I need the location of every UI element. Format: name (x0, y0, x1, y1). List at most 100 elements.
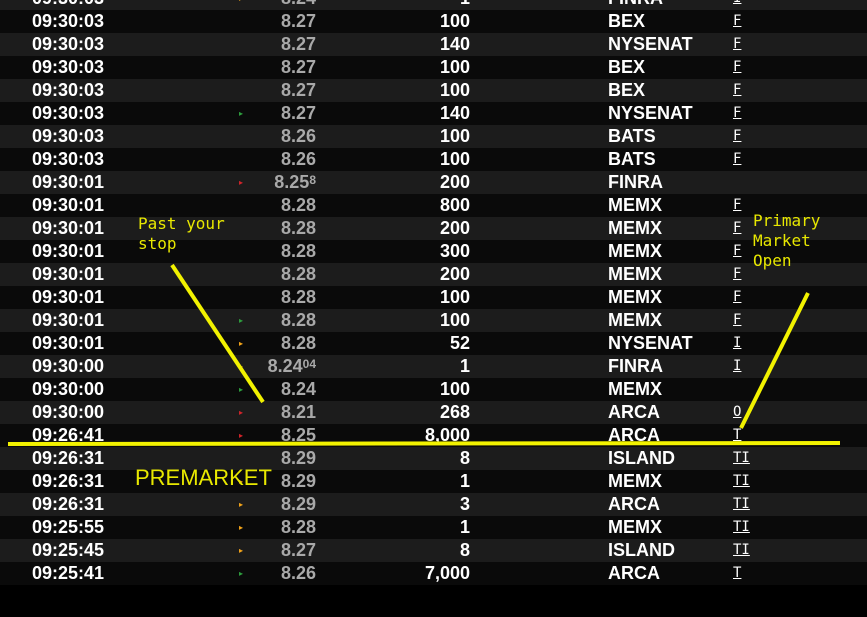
trade-condition: I (733, 358, 742, 374)
trade-price: 8.28 (280, 333, 316, 353)
trade-row: 09:30:01 ▸ 8.28 52 NYSENAT I (0, 332, 867, 355)
trade-size: 100 (439, 57, 470, 77)
trade-time: 09:26:31 (32, 471, 105, 491)
trade-exchange: ARCA (608, 425, 660, 445)
trade-exchange: BATS (608, 126, 656, 146)
trade-exchange: NYSENAT (608, 103, 693, 123)
trade-time: 09:25:41 (32, 563, 105, 583)
trade-size: 1 (459, 471, 470, 491)
trade-size: 1 (380, 0, 470, 10)
trade-time: 09:30:01 (32, 241, 105, 261)
price-subpenny: 04 (302, 357, 316, 371)
trade-size: 100 (439, 126, 470, 146)
trade-exchange: ISLAND (608, 540, 675, 560)
trade-size: 200 (439, 218, 470, 238)
trade-row: 09:30:00 ▸ 8.2404 1 FINRA I (0, 355, 867, 378)
trade-condition: F (733, 36, 742, 52)
trade-price: 8.29 (280, 494, 316, 514)
trade-exchange: FINRA (608, 0, 663, 10)
trade-price: 8.26 (280, 149, 316, 169)
trade-time: 09:30:01 (32, 264, 105, 284)
trade-price: 8.28 (280, 310, 316, 330)
trade-exchange: ARCA (608, 402, 660, 422)
trade-size: 100 (439, 11, 470, 31)
trade-condition: F (733, 243, 742, 259)
annotation-premarket: PREMARKET (135, 465, 272, 490)
trade-row: 09:30:03 8.26 100 BATS F (0, 125, 867, 148)
trade-condition: I (733, 335, 742, 351)
trade-exchange: BEX (608, 80, 646, 100)
trade-time: 09:30:01 (32, 287, 105, 307)
trade-price: 8.24 (230, 0, 316, 10)
trade-row: 09:30:01 8.28 200 MEMX F (0, 263, 867, 286)
trade-row: 09:25:45 ▸ 8.27 8 ISLAND TI (0, 539, 867, 562)
trade-condition: TI (733, 519, 750, 535)
trade-time: 09:30:03 (32, 80, 105, 100)
trade-size: 100 (439, 287, 470, 307)
trade-time: 09:30:00 (32, 402, 105, 422)
trade-condition: TI (733, 542, 750, 558)
trade-exchange: ISLAND (608, 448, 675, 468)
trade-time: 09:30:01 (32, 310, 105, 330)
trade-time: 09:30:03 (32, 11, 105, 31)
trade-size: 100 (439, 310, 470, 330)
trade-time: 09:30:00 (32, 379, 105, 399)
trade-time: 09:30:00 (32, 356, 105, 376)
trade-row: 09:30:03 8.27 100 BEX F (0, 10, 867, 33)
trade-row: 09:30:03 8.27 140 NYSENAT F (0, 33, 867, 56)
trade-exchange: MEMX (608, 471, 662, 491)
trade-condition: O (733, 404, 742, 420)
trade-exchange: FINRA (608, 356, 663, 376)
trade-condition: I (733, 0, 741, 10)
trade-condition: TI (733, 473, 750, 489)
trade-condition: F (733, 220, 742, 236)
trade-size: 268 (439, 402, 470, 422)
trade-time: 09:30:03 (32, 149, 105, 169)
trade-exchange: BEX (608, 57, 646, 77)
trade-time: 09:30:03 (32, 103, 105, 123)
trade-exchange: MEMX (608, 517, 662, 537)
trade-time: 09:30:01 (32, 172, 105, 192)
trade-condition: F (733, 197, 742, 213)
trade-condition: T (733, 427, 742, 443)
trade-price: 8.27 (280, 11, 316, 31)
trade-price: 8.24 (280, 379, 316, 399)
trade-condition: F (733, 105, 742, 121)
trade-row: 09:30:01 ▸ 8.258 200 FINRA (0, 171, 867, 194)
trade-size: 140 (439, 103, 470, 123)
trade-row: 09:25:41 ▸ 8.26 7,000 ARCA T (0, 562, 867, 585)
trade-exchange: FINRA (608, 172, 663, 192)
trade-price: 8.258 (274, 172, 316, 192)
trade-condition: F (733, 13, 742, 29)
trade-condition: F (733, 82, 742, 98)
trade-time: 09:30:03 (32, 0, 104, 10)
trade-condition: T (733, 565, 742, 581)
time-and-sales-tape: 09:30:03▸8.241FINRAI09:30:038.27100BEXF0… (0, 0, 867, 585)
trade-condition: F (733, 128, 742, 144)
trade-row: 09:25:55 ▸ 8.28 1 MEMX TI (0, 516, 867, 539)
trade-price: 8.27 (280, 57, 316, 77)
trade-exchange: NYSENAT (608, 333, 693, 353)
trade-row: 09:30:03▸8.241FINRAI (0, 0, 867, 10)
trade-row: 09:26:31 ▸ 8.29 3 ARCA TI (0, 493, 867, 516)
trade-time: 09:26:41 (32, 425, 105, 445)
trade-condition: F (733, 266, 742, 282)
trade-row: 09:30:01 8.28 100 MEMX F (0, 286, 867, 309)
trade-price: 8.26 (280, 563, 316, 583)
trade-size: 8,000 (424, 425, 470, 445)
trade-condition: TI (733, 496, 750, 512)
trade-exchange: BATS (608, 149, 656, 169)
trade-exchange: BEX (608, 11, 646, 31)
trade-price: 8.28 (280, 241, 316, 261)
trade-row: 09:30:03 8.27 100 BEX F (0, 56, 867, 79)
trade-exchange: MEMX (608, 287, 662, 307)
trade-condition: F (733, 289, 742, 305)
trade-row: 09:26:31 ▸ 8.29 1 MEMX TI (0, 470, 867, 493)
trade-price: 8.28 (280, 218, 316, 238)
trade-condition: TI (733, 450, 750, 466)
annotation-primary-market-open: Primary Market Open (753, 211, 821, 270)
trade-exchange: MEMX (608, 264, 662, 284)
trade-row: 09:30:00 ▸ 8.24 100 MEMX (0, 378, 867, 401)
trade-row: 09:30:01 8.28 300 MEMX F (0, 240, 867, 263)
trade-price: 8.27 (280, 103, 316, 123)
